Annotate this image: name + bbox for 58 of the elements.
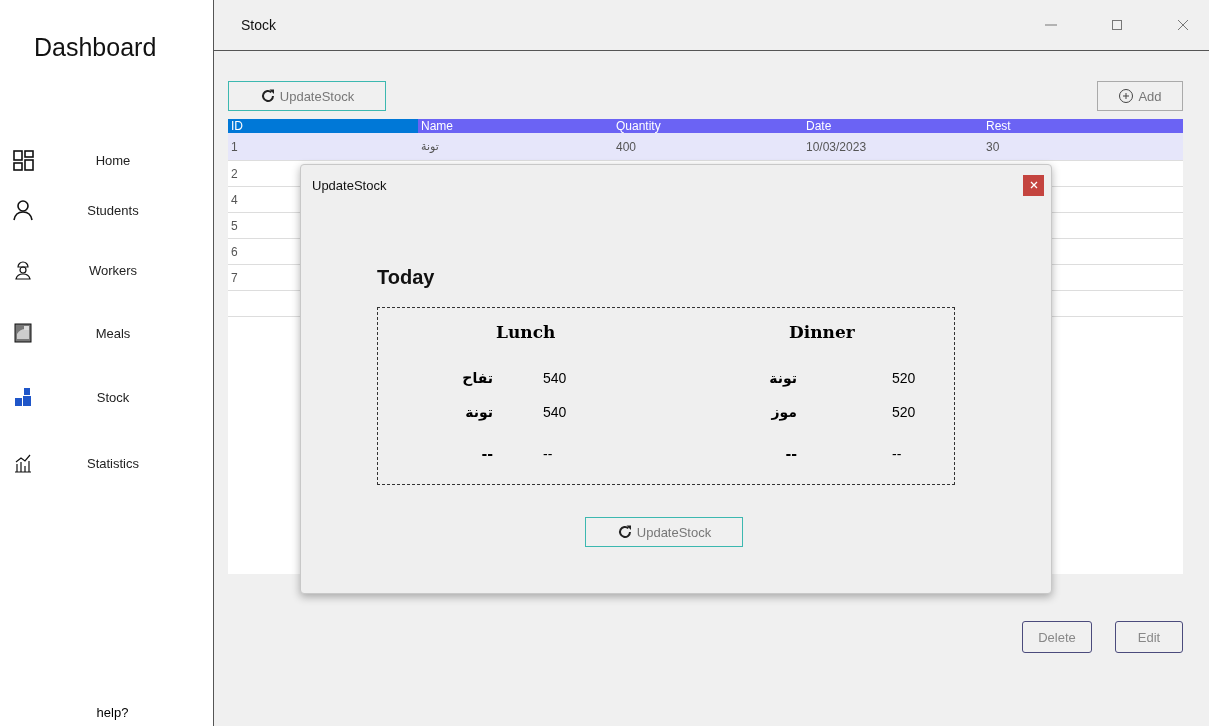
table-cell-text: 4 [230, 192, 238, 207]
close-icon [1029, 181, 1038, 189]
food-name: تونة [464, 404, 493, 420]
nav-item[interactable]: Workers [0, 259, 213, 281]
meal-heading: Dinner [789, 322, 856, 342]
maximize-icon[interactable] [1109, 17, 1125, 33]
column-header[interactable]: Quantity [613, 119, 803, 133]
update-stock-button[interactable]: UpdateStock [228, 81, 386, 111]
food-quantity: -- [892, 446, 903, 462]
table-cell-text: 2 [230, 166, 238, 181]
food-name: -- [480, 446, 493, 462]
food-quantity: -- [543, 446, 554, 462]
nav-item[interactable]: Home [0, 149, 213, 171]
food-name: موز [770, 404, 797, 420]
footer-button[interactable]: Delete [1022, 621, 1092, 653]
nav-item[interactable]: Students [0, 199, 213, 221]
table-cell-text: 10/03/2023 [805, 139, 867, 154]
food-quantity: 540 [543, 370, 568, 386]
food-name: تونة [768, 370, 797, 386]
boxes-icon [12, 386, 34, 408]
column-header[interactable]: ID [228, 119, 418, 133]
column-header[interactable]: Rest [983, 119, 1183, 133]
nav-item[interactable]: Stock [0, 386, 213, 408]
column-header[interactable]: Date [803, 119, 983, 133]
meal-heading: Lunch [496, 322, 557, 342]
picture-icon [12, 322, 34, 344]
dialog-title: UpdateStock [312, 177, 387, 193]
chart-icon [12, 452, 34, 474]
day-heading: Today [377, 266, 435, 289]
table-cell-text: 7 [230, 270, 238, 285]
app-title: Dashboard [34, 33, 157, 62]
table-cell-text: 30 [985, 139, 1000, 154]
nav-item[interactable]: Meals [0, 322, 213, 344]
plus-circle-icon [1118, 88, 1135, 104]
worker-icon [12, 259, 34, 281]
table-cell-text: 1 [230, 139, 238, 154]
food-name: -- [784, 446, 797, 462]
add-button[interactable]: Add [1097, 81, 1183, 111]
table-cell-text: 400 [615, 139, 637, 154]
footer-button[interactable]: Edit [1115, 621, 1183, 653]
food-quantity: 520 [892, 404, 917, 420]
refresh-icon [259, 88, 276, 104]
person-icon [12, 199, 34, 221]
table-cell-text: 5 [230, 218, 238, 233]
food-quantity: 540 [543, 404, 568, 420]
help-link[interactable]: help? [84, 705, 129, 720]
update-stock-button[interactable]: UpdateStock [585, 517, 743, 547]
window-title: Stock [241, 17, 276, 33]
food-name: تفاح [461, 370, 493, 386]
table-cell-text: تونة [420, 140, 439, 153]
close-button[interactable] [1023, 174, 1044, 196]
food-quantity: 520 [892, 370, 917, 386]
nav-item[interactable]: Statistics [0, 452, 213, 474]
table-cell-text: 6 [230, 244, 238, 259]
close-icon[interactable] [1175, 17, 1191, 33]
refresh-icon [616, 524, 633, 540]
column-header[interactable]: Name [418, 119, 613, 133]
grid-icon [12, 149, 34, 171]
